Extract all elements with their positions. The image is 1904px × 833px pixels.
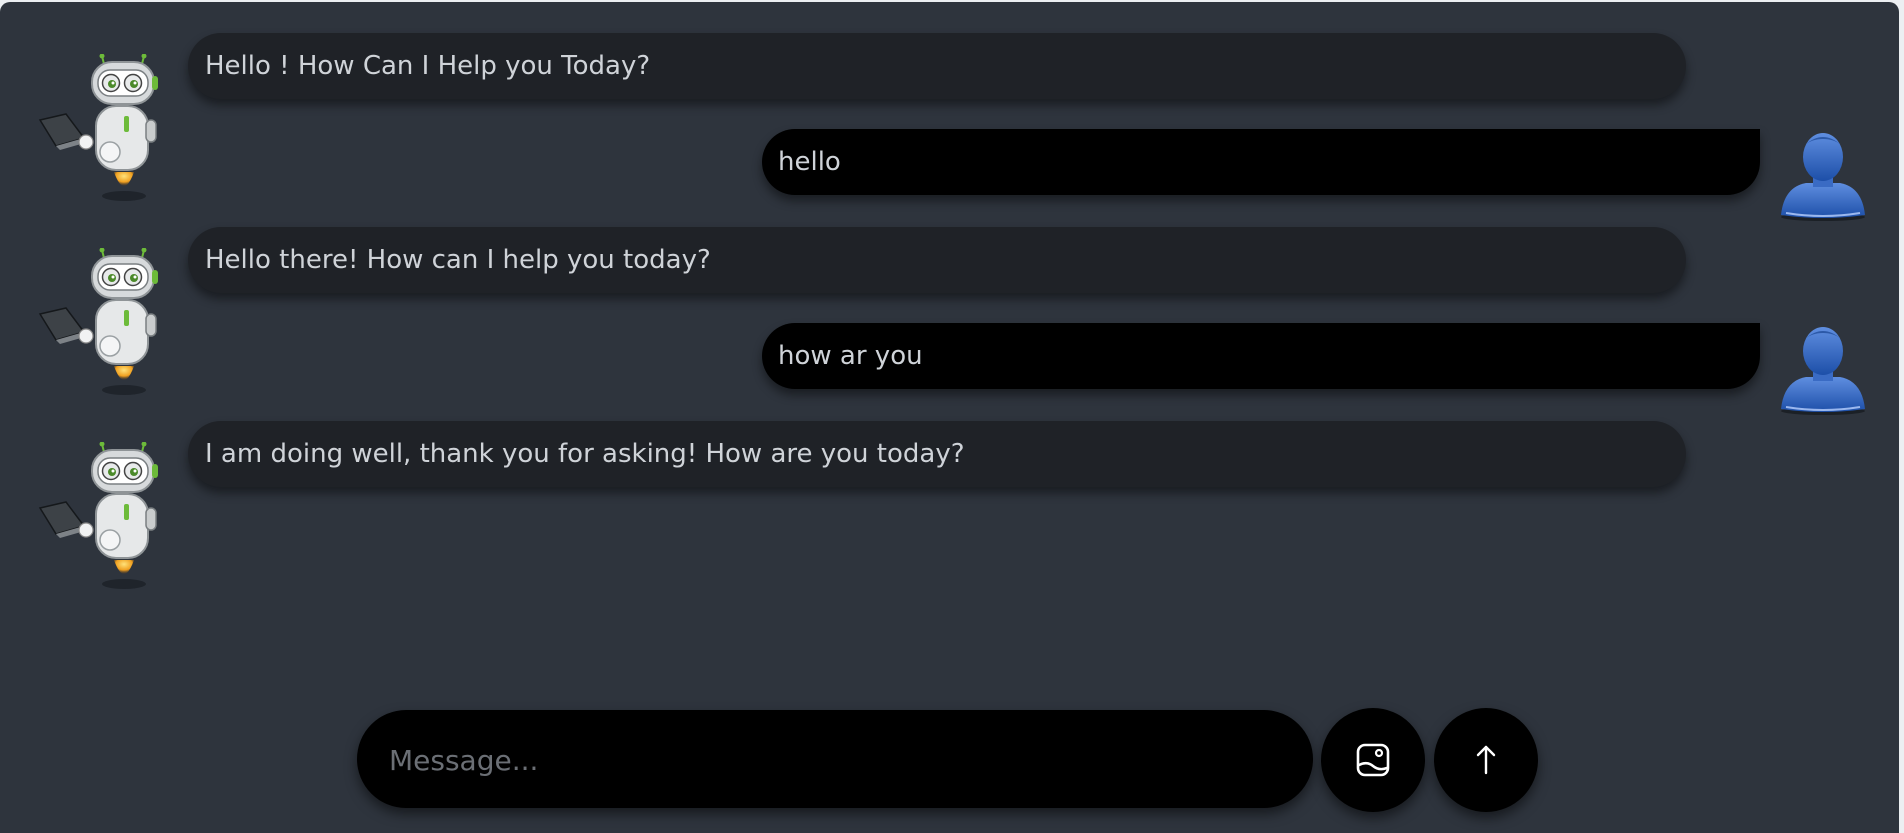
bot-avatar xyxy=(36,248,168,398)
image-upload-icon xyxy=(1356,743,1390,777)
user-avatar xyxy=(1778,129,1868,223)
message-text: Hello ! How Can I Help you Today? xyxy=(205,51,651,81)
message-text: how ar you xyxy=(778,341,923,371)
message-composer xyxy=(357,710,1313,810)
user-message-bubble: hello xyxy=(762,129,1760,195)
user-avatar xyxy=(1778,323,1868,417)
send-button[interactable] xyxy=(1434,708,1538,812)
arrow-up-icon xyxy=(1476,745,1496,775)
message-text: I am doing well, thank you for asking! H… xyxy=(205,439,965,469)
bot-message-bubble: Hello there! How can I help you today? xyxy=(188,227,1686,293)
user-icon xyxy=(1778,323,1868,417)
image-upload-button[interactable] xyxy=(1321,708,1425,812)
bot-message-bubble: I am doing well, thank you for asking! H… xyxy=(188,421,1686,487)
user-icon xyxy=(1778,129,1868,223)
message-input[interactable] xyxy=(387,710,1291,810)
message-text: hello xyxy=(778,147,841,177)
chat-window: Hello ! How Can I Help you Today? hello … xyxy=(0,2,1899,833)
bot-avatar xyxy=(36,54,168,204)
robot-icon xyxy=(36,248,168,398)
bot-message-bubble: Hello ! How Can I Help you Today? xyxy=(188,33,1686,99)
message-text: Hello there! How can I help you today? xyxy=(205,245,711,275)
robot-icon xyxy=(36,54,168,204)
user-message-bubble: how ar you xyxy=(762,323,1760,389)
robot-icon xyxy=(36,442,168,592)
bot-avatar xyxy=(36,442,168,592)
